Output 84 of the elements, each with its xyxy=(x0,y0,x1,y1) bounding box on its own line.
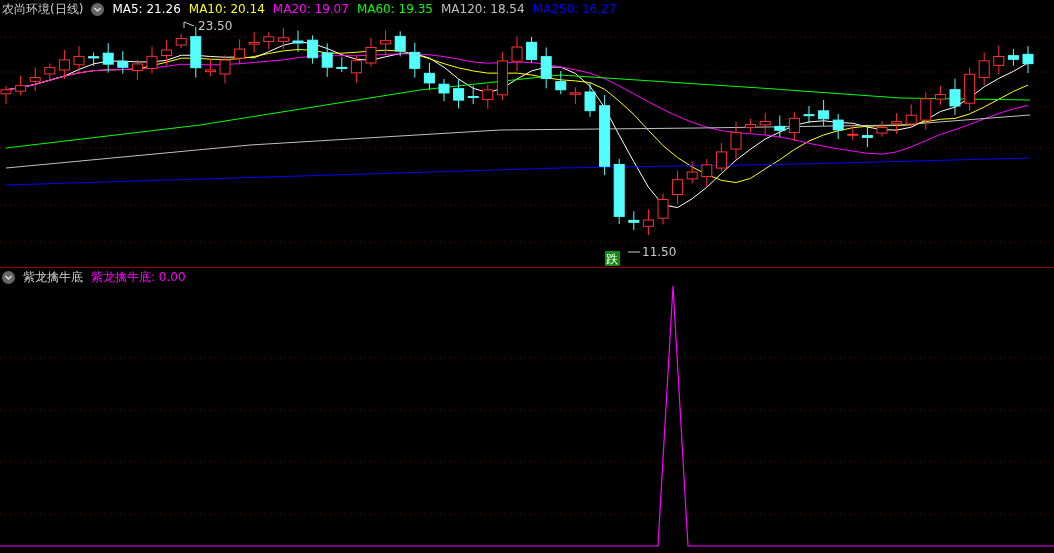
candlestick xyxy=(788,111,800,142)
candlestick xyxy=(277,27,289,50)
indicator-legend: MA20: 19.07 xyxy=(272,2,349,16)
candlestick xyxy=(496,51,508,101)
candlestick xyxy=(321,42,333,78)
candlestick xyxy=(964,67,976,112)
indicator-legend: 紫龙擒牛底: 0.00 xyxy=(91,268,186,286)
candlestick xyxy=(175,33,187,49)
candlestick xyxy=(350,55,362,84)
candlestick xyxy=(715,142,727,172)
candlestick xyxy=(161,39,173,66)
candlestick xyxy=(336,56,348,73)
candlestick xyxy=(482,84,494,110)
indicator-legend: MA60: 19.35 xyxy=(356,2,433,16)
indicator-legend: MA5: 21.26 xyxy=(112,2,181,16)
candlestick xyxy=(584,82,596,118)
indicator-legend: MA250: 16.27 xyxy=(532,2,617,16)
candlestick xyxy=(628,210,640,231)
candlestick xyxy=(905,103,917,129)
candlestick xyxy=(818,99,830,127)
candlestick xyxy=(745,118,757,134)
candlestick xyxy=(686,160,698,184)
candlestick xyxy=(204,59,216,77)
candlestick xyxy=(672,170,684,205)
candlestick xyxy=(847,125,859,141)
candlestick xyxy=(29,67,41,92)
candlestick xyxy=(438,78,450,102)
candlestick xyxy=(102,42,114,74)
candlestick xyxy=(58,49,70,80)
indicator-legend: MA10: 20.14 xyxy=(188,2,265,16)
candlestick xyxy=(978,51,990,86)
high-price-label: 23.50 xyxy=(198,19,233,33)
candlestick xyxy=(832,113,844,140)
candlestick xyxy=(88,51,100,67)
candlestick xyxy=(380,29,392,55)
candlestick xyxy=(701,158,713,188)
candlestick xyxy=(642,208,654,236)
signal-badge: 跌 xyxy=(605,251,620,266)
indicator-title: 紫龙擒牛底 xyxy=(23,268,83,286)
candlestick xyxy=(15,75,27,96)
candlestick xyxy=(803,105,815,124)
candlestick xyxy=(234,38,246,65)
candlestick xyxy=(263,31,275,50)
candlestick xyxy=(117,50,129,75)
candlestick xyxy=(409,42,421,79)
candlestick xyxy=(920,91,932,131)
candlestick xyxy=(1022,45,1034,74)
candlestick xyxy=(1007,48,1019,67)
candlestick xyxy=(657,193,669,225)
candlestick xyxy=(730,121,742,160)
candlestick xyxy=(949,78,961,116)
candlestick xyxy=(307,34,319,65)
leader-line xyxy=(183,21,195,29)
candlestick xyxy=(423,62,435,91)
candlestick xyxy=(526,36,538,64)
candlestick xyxy=(774,115,786,138)
candlestick xyxy=(540,46,552,89)
leader-line xyxy=(627,251,641,253)
candlestick xyxy=(394,30,406,57)
candlestick xyxy=(292,30,304,53)
candlestick xyxy=(219,54,231,84)
chart-title: 农尚环境(日线) xyxy=(2,0,84,18)
candlestick xyxy=(891,112,903,135)
candlestick xyxy=(876,120,888,138)
candlestick xyxy=(555,70,567,95)
indicator-legend: MA120: 18.54 xyxy=(440,2,525,16)
low-price-label: 11.50 xyxy=(642,245,677,259)
candlestick xyxy=(861,124,873,148)
candlestick xyxy=(44,63,56,81)
candlestick xyxy=(131,59,143,81)
collapse-icon[interactable] xyxy=(91,2,105,16)
candlestick xyxy=(146,45,158,74)
candlestick xyxy=(467,85,479,105)
candlestick xyxy=(453,78,465,109)
collapse-icon[interactable] xyxy=(2,270,15,284)
candlestick xyxy=(993,45,1005,75)
candlestick xyxy=(759,112,771,135)
candlestick xyxy=(248,31,260,54)
candlestick xyxy=(934,85,946,106)
candlestick xyxy=(569,86,581,105)
candlestick xyxy=(73,45,85,73)
candlestick xyxy=(365,37,377,68)
candlestick xyxy=(511,35,523,72)
candlestick xyxy=(613,158,625,225)
